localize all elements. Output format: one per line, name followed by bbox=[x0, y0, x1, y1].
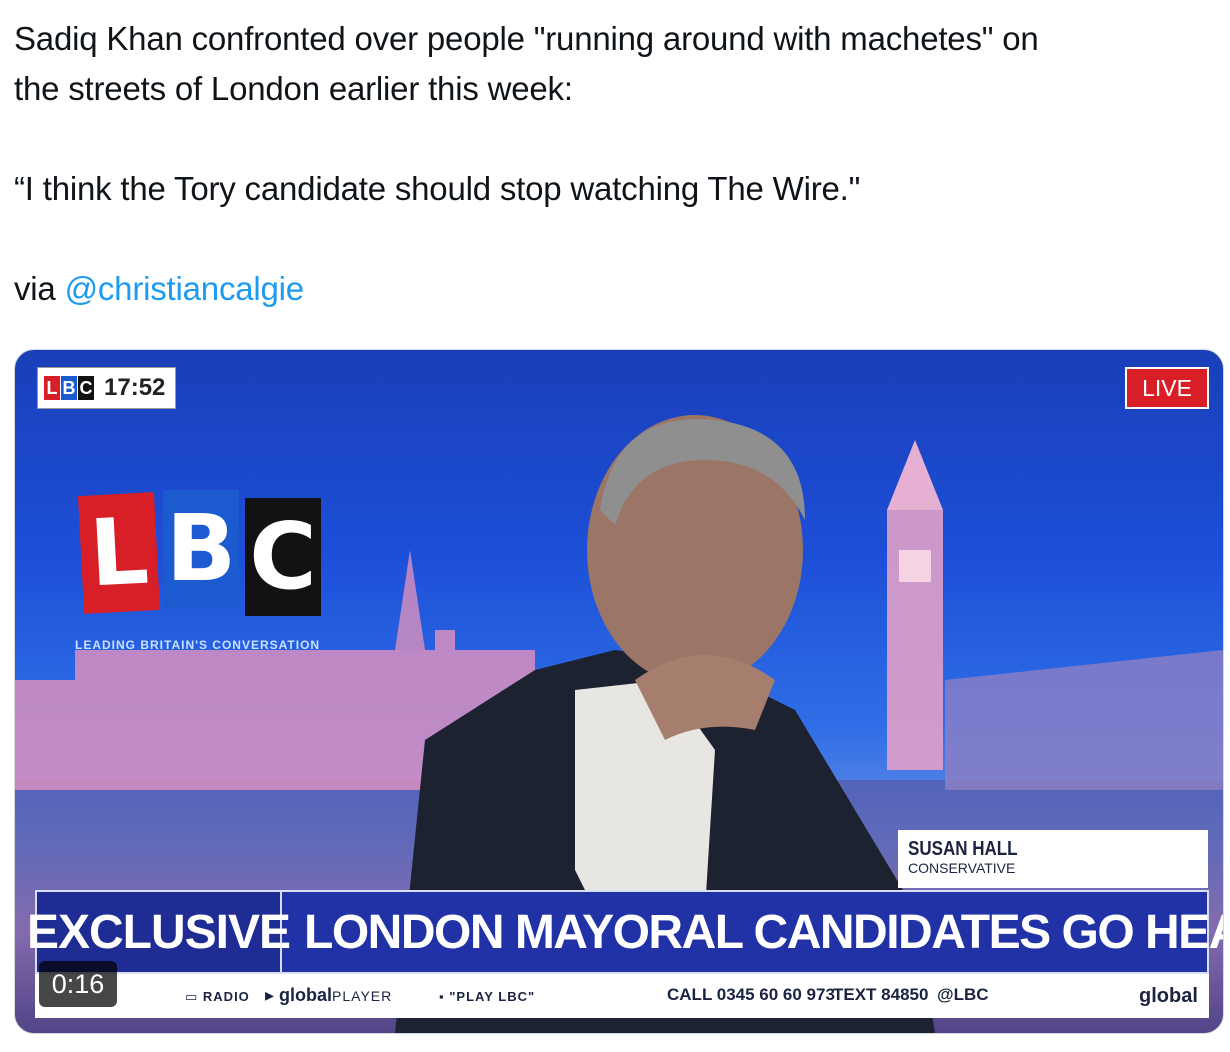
logo-letter-c: C bbox=[245, 498, 321, 616]
lbc-handle: @LBC bbox=[937, 985, 989, 1004]
tweet-via: via @christiancalgie bbox=[14, 264, 1214, 314]
live-badge: LIVE bbox=[1125, 367, 1209, 409]
tweet-line-2: the streets of London earlier this week: bbox=[14, 70, 573, 107]
logo-tagline: LEADING BRITAIN'S CONVERSATION bbox=[75, 638, 321, 652]
speaker-namecard: SUSAN HALL CONSERVATIVE bbox=[898, 830, 1208, 888]
tweet-quote: “I think the Tory candidate should stop … bbox=[14, 170, 861, 207]
broadcast-clock: 17:52 bbox=[104, 374, 166, 401]
global-brand: global bbox=[1139, 985, 1198, 1007]
ticker-bar: ▭ RADIO ▸ globalPLAYER ▪ "PLAY LBC" CALL… bbox=[35, 974, 1209, 1018]
logo-letter-l: L bbox=[77, 492, 161, 614]
call-number: CALL 0345 60 60 973 bbox=[667, 985, 835, 1004]
banner-label: EXCLUSIVE bbox=[27, 892, 291, 972]
mention-link[interactable]: @christiancalgie bbox=[65, 270, 305, 307]
lbc-mini-logo: LBC bbox=[44, 376, 94, 400]
tweet-text: Sadiq Khan confronted over people "runni… bbox=[14, 14, 1214, 314]
video-player[interactable]: LBC 17:52 LIVE L B C LEADING BRITAIN'S C… bbox=[14, 349, 1224, 1034]
logo-letter-b: B bbox=[163, 490, 239, 608]
global-player-label: ▸ globalPLAYER bbox=[265, 985, 393, 1005]
via-prefix: via bbox=[14, 270, 65, 307]
text-number: TEXT 84850 bbox=[833, 985, 929, 1004]
lower-third-banner: EXCLUSIVE LONDON MAYORAL CANDIDATES GO H… bbox=[27, 890, 1223, 974]
channel-badge: LBC 17:52 bbox=[37, 367, 177, 409]
play-lbc-label: ▪ "PLAY LBC" bbox=[439, 989, 536, 1004]
video-timer: 0:16 bbox=[39, 961, 117, 1007]
speaker-name: SUSAN HALL bbox=[908, 838, 1018, 860]
speaker-party: CONSERVATIVE bbox=[908, 860, 1016, 876]
tweet-line-1: Sadiq Khan confronted over people "runni… bbox=[14, 20, 1039, 57]
banner-headline: LONDON MAYORAL CANDIDATES GO HEAD-TO-HEA… bbox=[304, 905, 1223, 959]
radio-label: ▭ RADIO bbox=[185, 989, 250, 1004]
